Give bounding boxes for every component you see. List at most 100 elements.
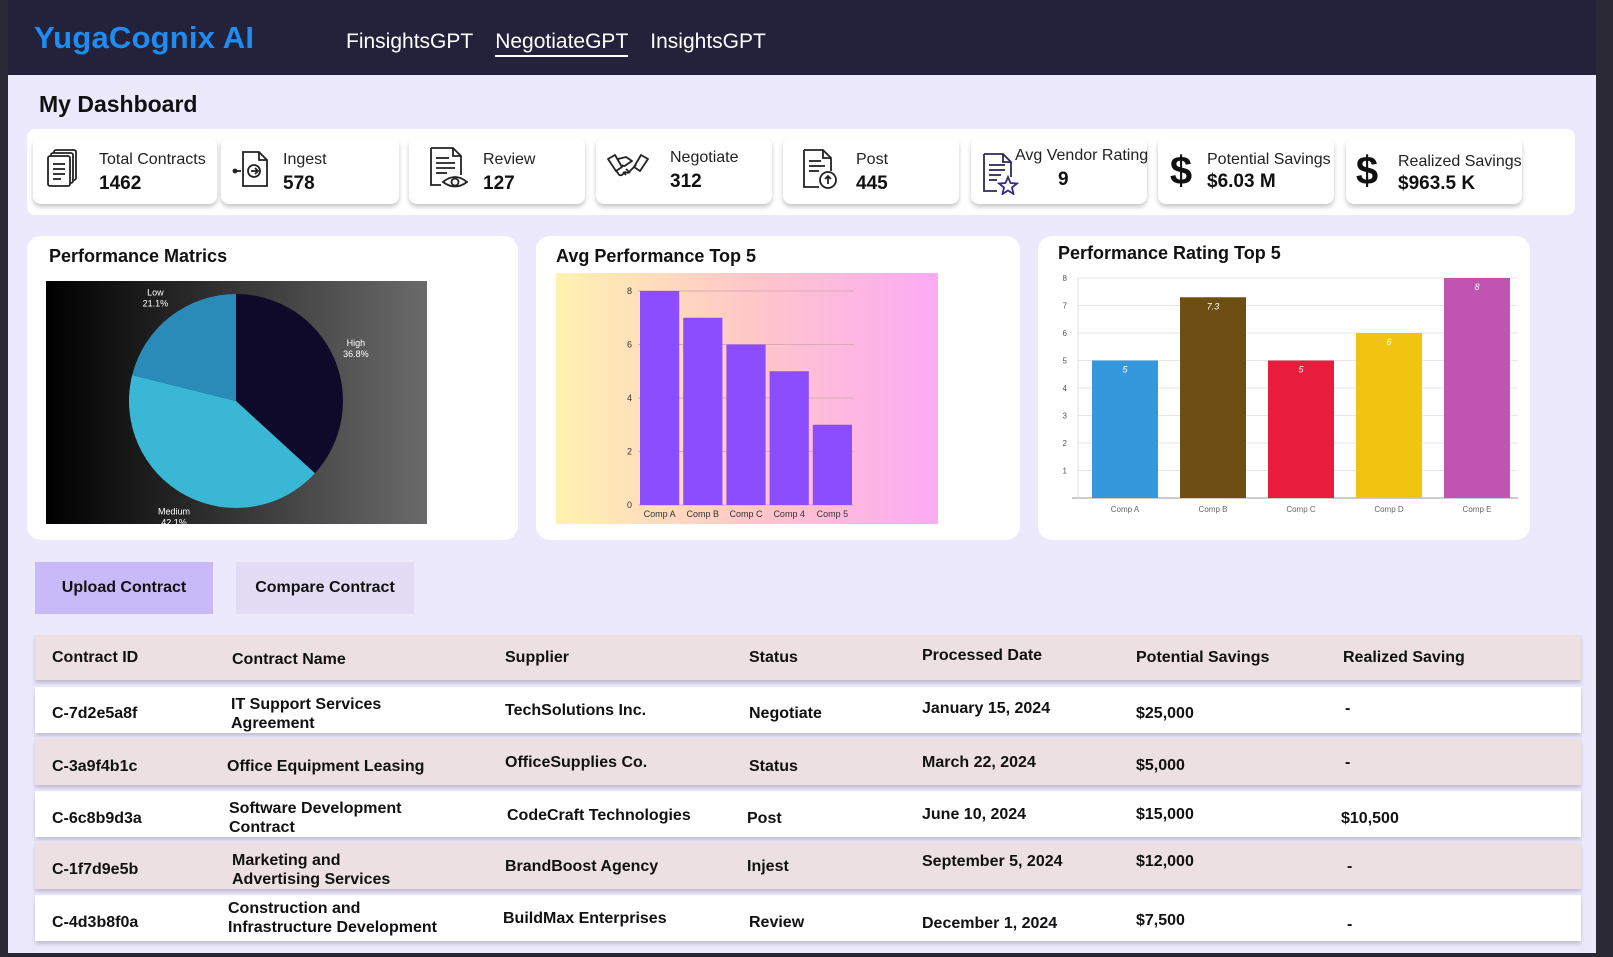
dollar-icon: $ bbox=[1356, 149, 1378, 191]
table-row[interactable]: C-1f7d9e5b Marketing and Advertising Ser… bbox=[35, 843, 1581, 889]
stat-card-avg-vendor-rating[interactable]: Avg Vendor Rating 9 bbox=[971, 137, 1149, 204]
stats-bar: Total Contracts 1462 Ingest 578 Review 1… bbox=[27, 129, 1575, 215]
table-row[interactable]: C-6c8b9d3a Software Development Contract… bbox=[35, 791, 1581, 837]
avg-performance-bar-chart: 0 2 4 6 8 Comp A Comp B Comp C Comp 4 Comp 5 bbox=[556, 273, 938, 524]
cell-processed-date: June 10, 2024 bbox=[922, 806, 1027, 823]
y-tick-label: 4 bbox=[627, 393, 632, 403]
bar-comp-e bbox=[1444, 278, 1510, 498]
cell-status: Review bbox=[749, 914, 805, 931]
pie-percent-medium: 42.1% bbox=[161, 517, 187, 524]
upload-contract-button[interactable]: Upload Contract bbox=[35, 562, 213, 614]
top-navigation-bar: YugaCognix AI FinsightsGPT NegotiateGPT … bbox=[8, 0, 1596, 75]
bar-data-label: 8 bbox=[1474, 282, 1479, 292]
cell-contract-name: IT Support Services Agreement bbox=[231, 696, 382, 732]
stat-card-realized-savings[interactable]: $ Realized Savings $963.5 K bbox=[1346, 137, 1522, 204]
stat-value: 1462 bbox=[99, 173, 142, 194]
cell-contract-name: Marketing and Advertising Services bbox=[232, 852, 391, 888]
cell-supplier: BrandBoost Agency bbox=[505, 858, 659, 875]
nav-finsightsgpt[interactable]: FinsightsGPT bbox=[346, 30, 473, 57]
table-row[interactable]: C-7d2e5a8f IT Support Services Agreement… bbox=[35, 687, 1581, 733]
cell-supplier: CodeCraft Technologies bbox=[507, 807, 691, 824]
stat-card-total-contracts[interactable]: Total Contracts 1462 bbox=[33, 137, 217, 204]
panel-title: Avg Performance Top 5 bbox=[556, 246, 757, 266]
cell-potential-savings: $12,000 bbox=[1136, 853, 1194, 870]
cell-potential-savings: $5,000 bbox=[1136, 757, 1185, 774]
stat-value: 312 bbox=[670, 171, 702, 192]
x-tick-label: Comp C bbox=[1286, 505, 1316, 514]
x-tick-label: Comp C bbox=[729, 509, 763, 519]
x-tick-label: Comp A bbox=[1111, 505, 1140, 514]
header-processed-date[interactable]: Processed Date bbox=[922, 647, 1042, 665]
dollar-icon: $ bbox=[1170, 149, 1192, 191]
cell-contract-name: Construction and Infrastructure Developm… bbox=[228, 900, 437, 936]
bar-data-label: 7.3 bbox=[1207, 301, 1220, 311]
dashboard-main: My Dashboard Total Contracts 1462 Ingest… bbox=[8, 75, 1596, 953]
bar-comp-d bbox=[1356, 333, 1422, 498]
header-status[interactable]: Status bbox=[749, 649, 798, 667]
cell-contract-name: Software Development Contract bbox=[229, 800, 402, 836]
stat-card-review[interactable]: Review 127 bbox=[409, 137, 585, 204]
header-potential-savings[interactable]: Potential Savings bbox=[1136, 649, 1269, 667]
contracts-stack-icon bbox=[47, 149, 77, 187]
svg-text:$: $ bbox=[1170, 149, 1192, 191]
stat-label: Post bbox=[856, 151, 889, 168]
bar-comp-a bbox=[1092, 360, 1158, 498]
x-tick-label: Comp 5 bbox=[817, 509, 849, 519]
stat-card-ingest[interactable]: Ingest 578 bbox=[221, 137, 399, 204]
bar-comp-c bbox=[726, 344, 766, 505]
stat-label: Review bbox=[483, 151, 536, 168]
y-tick-label: 8 bbox=[627, 286, 632, 296]
compare-contract-button[interactable]: Compare Contract bbox=[236, 562, 414, 614]
cell-potential-savings: $15,000 bbox=[1136, 806, 1194, 823]
table-row[interactable]: C-4d3b8f0a Construction and Infrastructu… bbox=[35, 895, 1581, 941]
cell-potential-savings: $7,500 bbox=[1136, 912, 1185, 929]
pie-percent-high: 36.8% bbox=[343, 349, 369, 359]
bar-data-label: 6 bbox=[1386, 337, 1391, 347]
nav-insightsgpt[interactable]: InsightsGPT bbox=[650, 30, 766, 57]
cell-contract-id: C-7d2e5a8f bbox=[52, 705, 138, 722]
bar-comp-5 bbox=[812, 424, 852, 505]
panel-performance-rating: Performance Rating Top 5 1 2 3 4 5 6 7 8 5 Comp A… bbox=[1038, 236, 1530, 540]
stat-card-potential-savings[interactable]: $ Potential Savings $6.03 M bbox=[1158, 137, 1334, 204]
cell-processed-date: March 22, 2024 bbox=[922, 754, 1036, 771]
cell-potential-savings: $25,000 bbox=[1136, 705, 1194, 722]
bar-comp-4 bbox=[769, 371, 809, 505]
cell-realized-saving: - bbox=[1345, 754, 1351, 771]
header-contract-name[interactable]: Contract Name bbox=[232, 651, 346, 669]
nav-negotiategpt[interactable]: NegotiateGPT bbox=[495, 30, 629, 57]
bar-comp-c bbox=[1268, 360, 1334, 498]
stat-card-post[interactable]: Post 445 bbox=[783, 137, 959, 204]
cell-status: Status bbox=[749, 758, 798, 775]
pie-label-low: Low bbox=[147, 288, 164, 298]
cell-processed-date: January 15, 2024 bbox=[922, 700, 1051, 717]
header-realized-saving[interactable]: Realized Saving bbox=[1343, 649, 1465, 667]
stat-card-negotiate[interactable]: Negotiate 312 bbox=[596, 137, 772, 204]
stat-label: Negotiate bbox=[670, 149, 739, 166]
stat-label: Avg Vendor Rating bbox=[1015, 147, 1149, 164]
cell-contract-id: C-3a9f4b1c bbox=[52, 758, 138, 775]
ingest-document-icon bbox=[232, 151, 268, 187]
stat-label: Potential Savings bbox=[1207, 151, 1331, 168]
cell-processed-date: December 1, 2024 bbox=[922, 915, 1058, 932]
rating-document-star-icon bbox=[983, 153, 1019, 195]
stat-value: $963.5 K bbox=[1398, 173, 1476, 194]
main-nav: FinsightsGPT NegotiateGPT InsightsGPT bbox=[346, 30, 766, 57]
x-tick-label: Comp 4 bbox=[773, 509, 805, 519]
cell-contract-id: C-6c8b9d3a bbox=[52, 810, 142, 827]
y-tick-label: 8 bbox=[1063, 274, 1068, 283]
header-contract-id[interactable]: Contract ID bbox=[52, 649, 138, 667]
handshake-icon bbox=[607, 154, 649, 177]
stat-value: 9 bbox=[1058, 169, 1069, 190]
stat-value: $6.03 M bbox=[1207, 171, 1276, 192]
table-row[interactable]: C-3a9f4b1c Office Equipment Leasing Offi… bbox=[35, 739, 1581, 785]
brand-logo[interactable]: YugaCognix AI bbox=[34, 20, 254, 56]
cell-status: Negotiate bbox=[749, 705, 822, 722]
y-tick-label: 6 bbox=[1063, 329, 1068, 338]
stat-value: 127 bbox=[483, 173, 515, 194]
pie-label-medium: Medium bbox=[158, 506, 190, 516]
pie-label-high: High bbox=[347, 338, 366, 348]
bar-comp-b bbox=[1180, 297, 1246, 498]
y-tick-label: 6 bbox=[627, 340, 632, 350]
x-tick-label: Comp B bbox=[687, 509, 720, 519]
header-supplier[interactable]: Supplier bbox=[505, 649, 569, 667]
